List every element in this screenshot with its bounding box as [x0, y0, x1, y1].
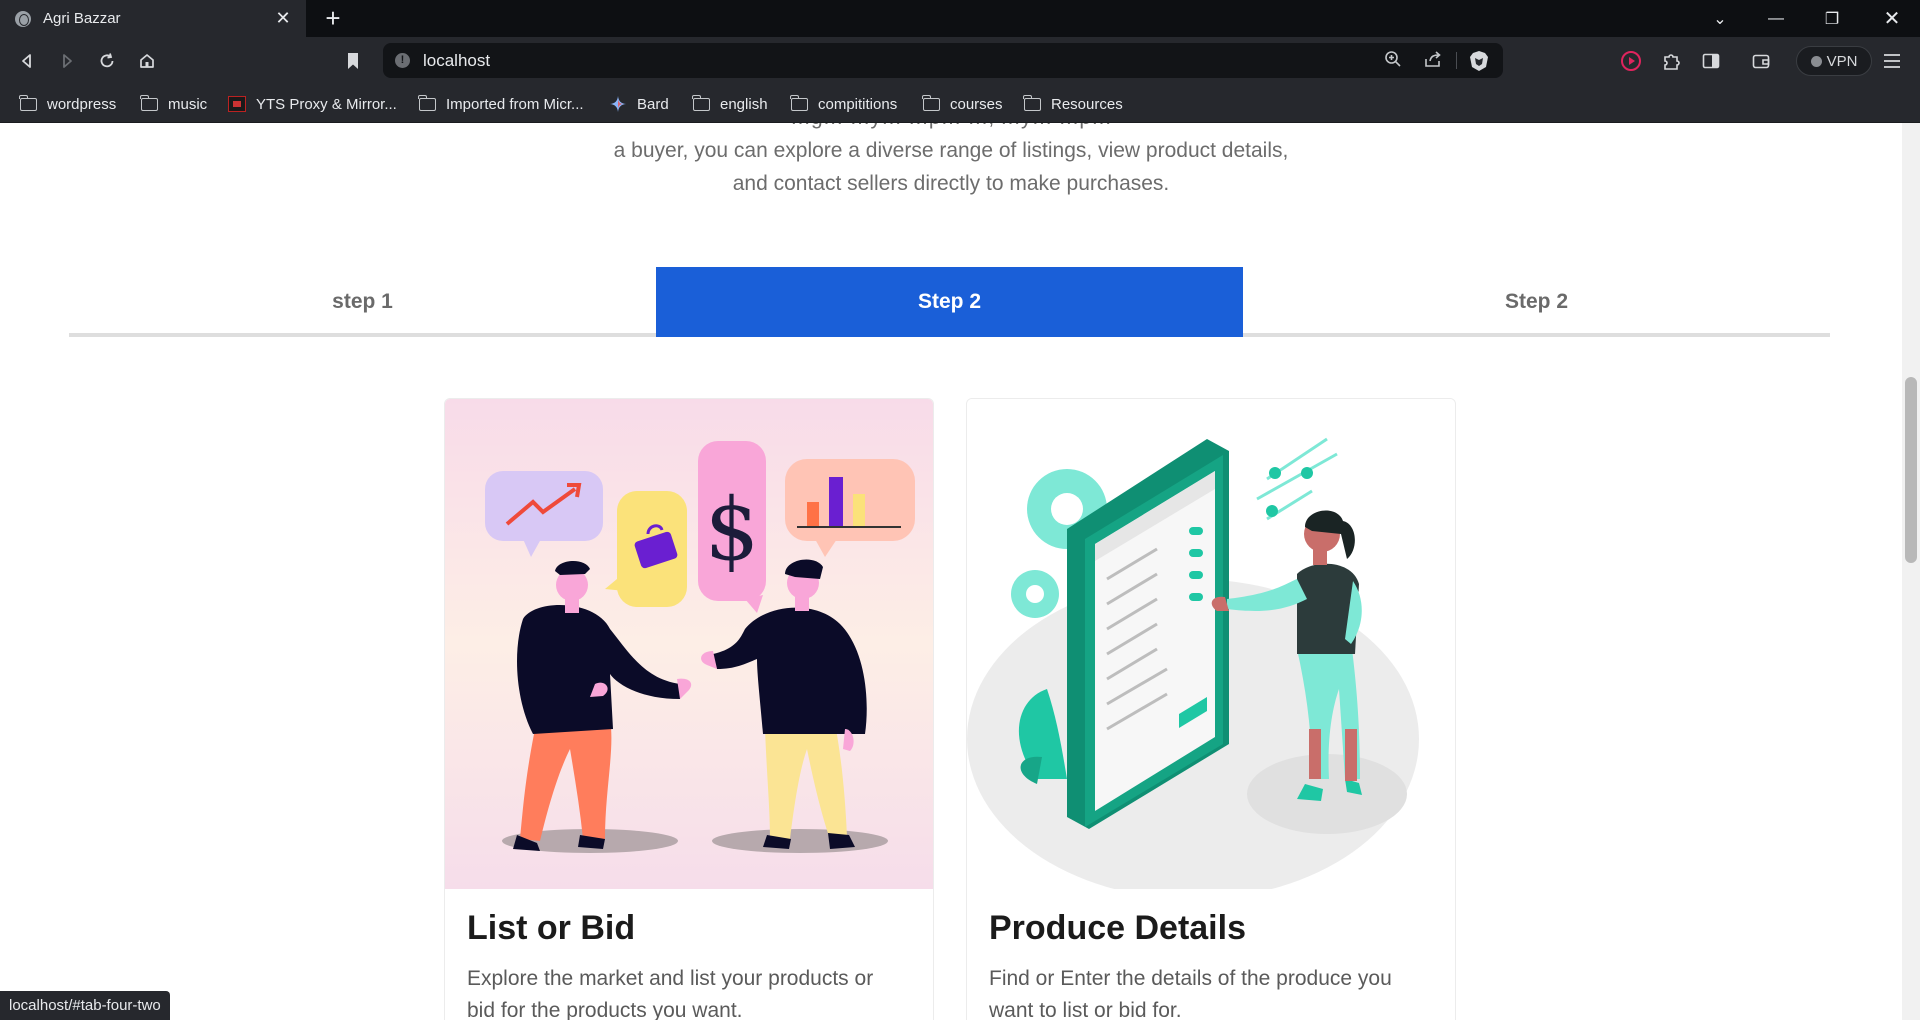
bard-icon — [610, 96, 626, 112]
close-window-button[interactable]: ✕ — [1864, 0, 1920, 37]
bookmark-english[interactable]: english — [692, 93, 768, 115]
globe-icon — [15, 10, 31, 27]
home-icon — [140, 54, 154, 68]
new-tab-button[interactable]: + — [319, 4, 347, 32]
bookmark-label: courses — [950, 95, 1003, 113]
card-title: List or Bid — [467, 909, 636, 947]
zoom-icon[interactable] — [1382, 50, 1404, 72]
wallet-icon[interactable] — [1747, 47, 1775, 75]
card-description: Explore the market and list your product… — [467, 967, 874, 1020]
bookmark-wordpress[interactable]: wordpress — [19, 93, 117, 115]
bookmarks-bar: wordpress music YTS Proxy & Mirror... Im… — [0, 85, 1920, 123]
folder-icon — [790, 94, 808, 111]
youtube-extension-icon[interactable] — [1617, 47, 1645, 75]
bookmark-label: wordpress — [47, 95, 117, 113]
tab-step-3[interactable]: Step 2 — [1243, 267, 1830, 337]
card-title: Produce Details — [989, 909, 1246, 947]
folder-icon — [19, 94, 37, 111]
bookmark-yts-proxy[interactable]: YTS Proxy & Mirror... — [228, 93, 397, 115]
intro-text-line: a buyer, you can explore a diverse range… — [613, 139, 1289, 162]
bookmark-label: Resources — [1051, 95, 1123, 113]
status-bar-link-preview: localhost/#tab-four-two — [0, 991, 170, 1020]
folder-icon — [692, 94, 710, 111]
reload-button[interactable] — [93, 47, 121, 75]
forward-icon — [63, 54, 72, 68]
folder-icon — [140, 94, 158, 111]
address-bar[interactable]: ! localhost — [383, 43, 1503, 78]
yts-icon — [228, 96, 246, 112]
tab-title: Agri Bazzar — [43, 10, 121, 27]
bookmark-compititions[interactable]: compititions — [790, 93, 898, 115]
bookmark-bard[interactable]: Bard — [609, 93, 669, 115]
trade-illustration: $ — [445, 399, 933, 889]
site-info-icon[interactable]: ! — [395, 53, 410, 68]
bookmark-icon — [348, 53, 358, 69]
vpn-label: VPN — [1826, 52, 1858, 70]
reload-icon — [100, 53, 114, 68]
share-icon[interactable] — [1422, 50, 1444, 72]
bookmark-label: Bard — [637, 95, 669, 113]
steps-tabs: step 1 Step 2 Step 2 — [69, 267, 1830, 337]
extensions-puzzle-icon[interactable] — [1657, 47, 1685, 75]
scrollbar-thumb[interactable] — [1905, 377, 1917, 563]
forward-button[interactable] — [53, 47, 81, 75]
card-list-or-bid: $ List or Bid Explore the market and lis… — [444, 398, 934, 1020]
phone-preferences-illustration — [967, 399, 1455, 889]
tab-close-button[interactable]: ✕ — [274, 8, 292, 29]
svg-text:$: $ — [705, 480, 760, 580]
browser-tab-active[interactable]: Agri Bazzar ✕ — [0, 0, 306, 37]
tab-step-1[interactable]: step 1 — [69, 267, 656, 337]
tab-step-2-active[interactable]: Step 2 — [656, 267, 1243, 337]
back-icon — [22, 54, 31, 68]
bookmark-label: music — [168, 95, 208, 113]
bookmark-label: YTS Proxy & Mirror... — [256, 95, 397, 113]
bookmark-label: Imported from Micr... — [446, 95, 584, 113]
url-divider — [1456, 52, 1457, 69]
menu-hamburger-icon[interactable] — [1878, 47, 1906, 75]
folder-icon — [418, 94, 436, 111]
restore-button[interactable]: ❐ — [1804, 0, 1860, 37]
url-text[interactable]: localhost — [423, 51, 490, 71]
minimize-button[interactable]: — — [1748, 0, 1804, 37]
folder-icon — [922, 94, 940, 111]
vpn-button[interactable]: VPN — [1796, 46, 1872, 76]
folder-icon — [1023, 94, 1041, 111]
bookmark-music[interactable]: music — [140, 93, 208, 115]
sidebar-toggle-icon[interactable] — [1697, 47, 1725, 75]
card-description: Find or Enter the details of the produce… — [989, 967, 1392, 1020]
brave-shield-icon[interactable] — [1468, 50, 1490, 72]
card-produce-details: Produce Details Find or Enter the detail… — [966, 398, 1456, 1020]
bookmark-imported[interactable]: Imported from Micr... — [418, 93, 584, 115]
intro-text-line-cut: …g… …y… …p… …, …y… …p… — [0, 123, 1902, 134]
back-button[interactable] — [13, 47, 41, 75]
tab-list-chevron-icon[interactable]: ⌄ — [1692, 0, 1748, 37]
bookmark-button[interactable] — [339, 47, 367, 75]
bookmark-label: english — [720, 95, 768, 113]
bookmark-courses[interactable]: courses — [922, 93, 1003, 115]
browser-toolbar: ! localhost VPN — [0, 37, 1920, 85]
home-button[interactable] — [133, 47, 161, 75]
bookmark-resources[interactable]: Resources — [1023, 93, 1123, 115]
window-titlebar: Agri Bazzar ✕ + ⌄ — ❐ ✕ — [0, 0, 1920, 37]
intro-text-line: and contact sellers directly to make pur… — [732, 172, 1170, 195]
vpn-status-icon — [1810, 55, 1822, 67]
page-viewport: …g… …y… …p… …, …y… …p… a buyer, you can … — [0, 123, 1902, 1020]
page-scrollbar[interactable] — [1902, 123, 1920, 1020]
bookmark-label: compititions — [818, 95, 898, 113]
